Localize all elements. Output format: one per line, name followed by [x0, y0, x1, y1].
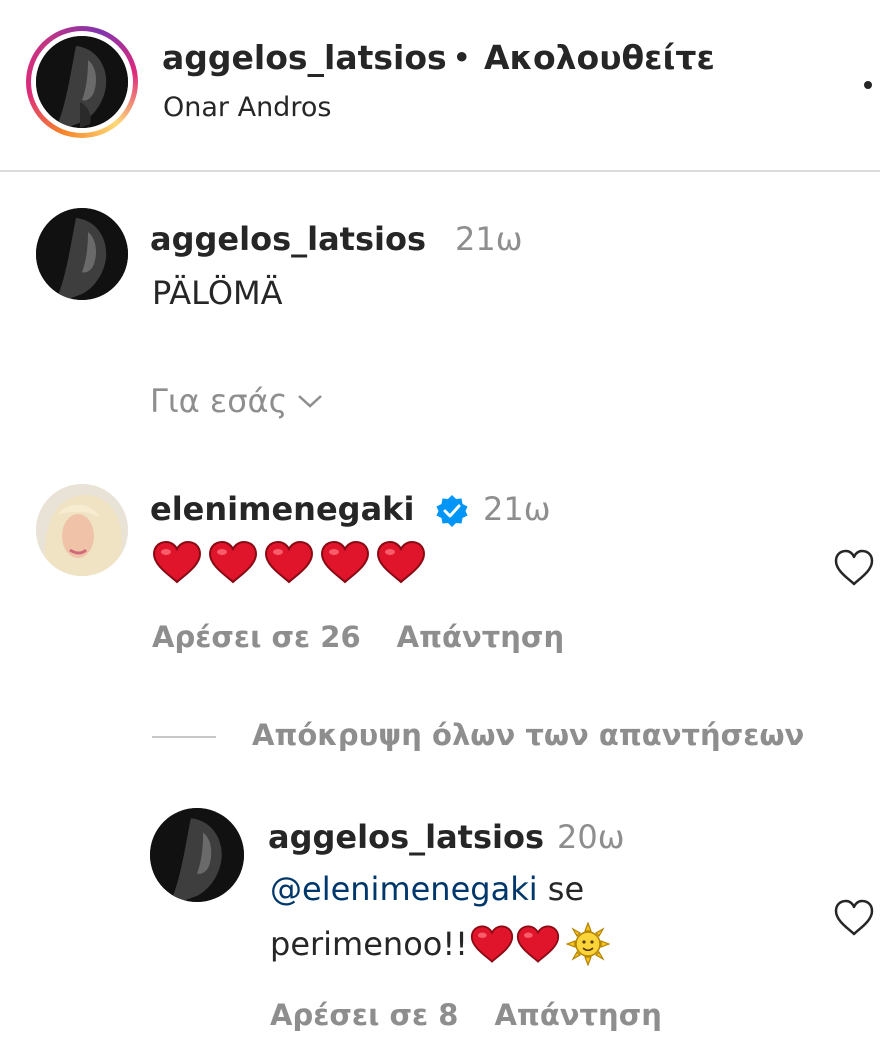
caption-text: PÄLÖMÄ [152, 274, 283, 312]
reply-timestamp[interactable]: 20ω [557, 818, 625, 856]
header-username[interactable]: aggelos_latsios [162, 38, 447, 77]
red-heart-icon [516, 925, 560, 963]
red-heart-icon [376, 540, 426, 584]
mention-link[interactable]: @elenimenegaki [270, 870, 538, 908]
separator-dot: • [452, 38, 472, 77]
comments-panel: aggelos_latsios • Ακολουθείτε Onar Andro… [0, 0, 880, 1045]
reply-meta: Αρέσει σε 8 Απάντηση [270, 998, 662, 1032]
comment-meta: Αρέσει σε 26 Απάντηση [152, 620, 564, 654]
caption-username[interactable]: aggelos_latsios [150, 220, 426, 258]
heart-outline-icon[interactable] [832, 546, 876, 590]
comment-username[interactable]: elenimenegaki [150, 490, 414, 528]
reply-username[interactable]: aggelos_latsios [268, 818, 544, 856]
caption-avatar[interactable] [36, 208, 128, 300]
comment-filter-dropdown[interactable]: Για εσάς [150, 382, 323, 420]
avatar[interactable] [36, 36, 128, 128]
comment-filter-label: Για εσάς [150, 382, 288, 420]
reply-text-line-2: perimenoo!! [270, 922, 610, 966]
reply-avatar[interactable] [150, 808, 244, 902]
chevron-down-icon [298, 395, 323, 408]
reply-button[interactable]: Απάντηση [397, 620, 564, 654]
following-status[interactable]: Ακολουθείτε [484, 38, 715, 77]
reply-text-fragment: perimenoo!! [270, 925, 468, 963]
comment-text [152, 540, 426, 584]
sun-with-face-icon [566, 922, 610, 966]
like-count[interactable]: Αρέσει σε 26 [152, 620, 361, 654]
red-heart-icon [320, 540, 370, 584]
header-divider [0, 170, 880, 172]
reply-text-line-1: @elenimenegaki se [270, 870, 584, 908]
post-location[interactable]: Onar Andros [163, 92, 331, 123]
hide-replies-button[interactable]: Απόκρυψη όλων των απαντήσεων [252, 718, 804, 752]
red-heart-icon [152, 540, 202, 584]
caption-timestamp[interactable]: 21ω [455, 220, 523, 258]
comment-timestamp[interactable]: 21ω [483, 490, 551, 528]
like-count[interactable]: Αρέσει σε 8 [270, 998, 458, 1032]
red-heart-icon [208, 540, 258, 584]
red-heart-icon [264, 540, 314, 584]
red-heart-icon [470, 925, 514, 963]
more-options-icon[interactable] [860, 60, 876, 100]
reply-button[interactable]: Απάντηση [494, 998, 661, 1032]
heart-outline-icon[interactable] [832, 896, 876, 940]
reply-text-fragment: se [537, 870, 585, 908]
comment-avatar[interactable] [36, 484, 128, 576]
verified-badge-icon [436, 495, 468, 527]
replies-divider [152, 736, 216, 738]
